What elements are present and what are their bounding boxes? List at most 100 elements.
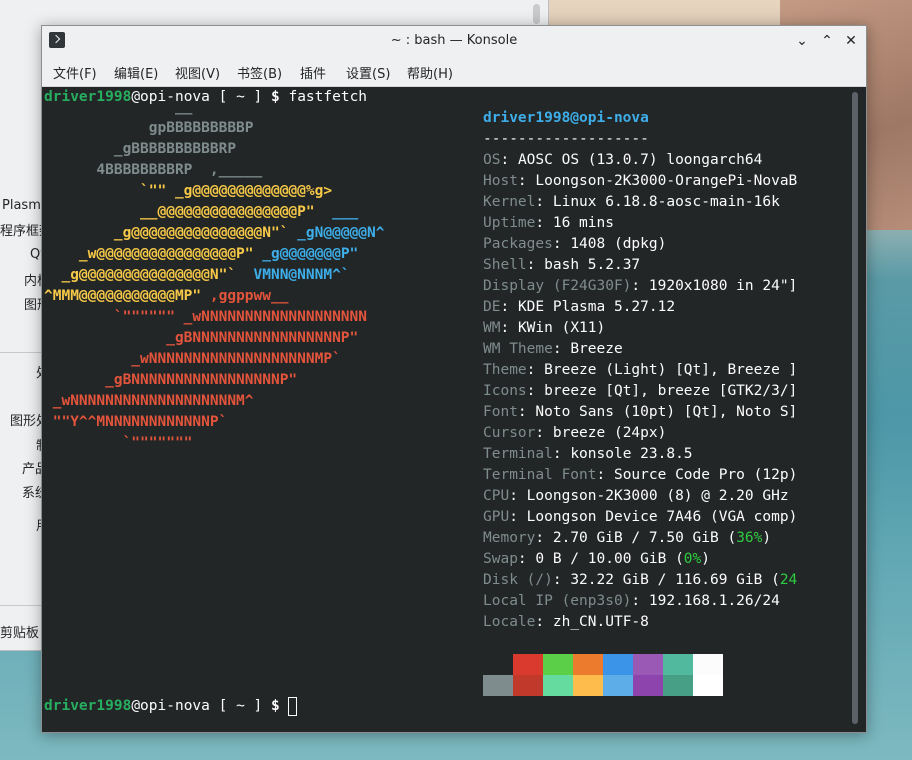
info-row: Terminal: konsole 23.8.5 <box>483 446 693 462</box>
info-value: 16 mins <box>552 215 614 231</box>
menu-edit[interactable]: 编辑(E) <box>114 63 158 82</box>
minimize-button[interactable]: ⌄ <box>794 33 810 49</box>
maximize-button[interactable]: ⌃ <box>819 33 835 49</box>
info-row: Kernel: Linux 6.18.8-aosc-main-16k <box>483 194 780 210</box>
info-value: 32.22 GiB / 116.69 GiB ( <box>570 572 780 588</box>
info-key: WM Theme <box>483 341 553 357</box>
menu-plugins[interactable]: 插件 <box>300 63 326 82</box>
info-row: DE: KDE Plasma 5.27.12 <box>483 299 676 315</box>
info-value: 0 B / 10.00 GiB ( <box>535 551 684 567</box>
menu-settings[interactable]: 设置(S) <box>346 63 390 82</box>
palette-swatch <box>693 654 723 675</box>
logo-line: _wNNNNNNNNNNNNNNNNNNNM^ <box>44 393 254 409</box>
logo-line: __ <box>44 99 193 115</box>
info-key: Font <box>483 404 518 420</box>
logo-line: `""""""" <box>44 435 193 451</box>
konsole-window[interactable]: ~ : bash — Konsole ⌄ ⌃ ✕ 文件(F) 编辑(E) 视图(… <box>41 25 867 733</box>
info-key: Locale <box>483 614 536 630</box>
menu-help[interactable]: 帮助(H) <box>407 63 453 82</box>
menu-file[interactable]: 文件(F) <box>53 63 97 82</box>
info-value: Breeze (Light) [Qt], Breeze ] <box>544 362 798 378</box>
logo-line: ^MMM@@@@@@@@@@@MP" ,ggppww__ <box>44 288 289 304</box>
info-separator: ------------------- <box>483 131 649 147</box>
info-value: KDE Plasma 5.27.12 <box>517 299 676 315</box>
info-value: 1920x1080 in 24"] <box>648 278 798 294</box>
info-value: 1408 (dpkg) <box>570 236 667 252</box>
logo-line: _g@@@@@@@@@@@@@@@N"` _gN@@@@@N^ <box>44 225 385 241</box>
info-row: WM: KWin (X11) <box>483 320 606 336</box>
palette-swatch <box>633 675 663 696</box>
palette-swatch <box>663 675 693 696</box>
logo-blue-part: _g@@@@@@@P" <box>262 246 359 262</box>
info-key: Terminal Font <box>483 467 597 483</box>
terminal-scrollbar[interactable] <box>852 92 858 724</box>
terminal-area[interactable]: driver1998@opi-nova [ ~ ] $ fastfetch __… <box>42 87 852 732</box>
text-cursor <box>288 696 298 716</box>
info-row: CPU: Loongson-2K3000 (8) @ 2.20 GHz <box>483 488 789 504</box>
info-row: Local IP (enp3s0): 192.168.1.26/24 <box>483 593 780 609</box>
info-row: Disk (/): 32.22 GiB / 116.69 GiB (24 <box>483 572 798 588</box>
info-value: 192.168.1.26/24 <box>648 593 780 609</box>
info-value: KWin (X11) <box>517 320 606 336</box>
info-percent: 36% <box>736 530 763 546</box>
menu-bookmarks[interactable]: 书签(B) <box>237 63 282 82</box>
terminal-scrollbar-thumb[interactable] <box>852 92 858 724</box>
info-key: OS <box>483 152 501 168</box>
window-titlebar[interactable]: ~ : bash — Konsole ⌄ ⌃ ✕ <box>42 26 866 56</box>
info-value: Breeze <box>570 341 623 357</box>
info-percent: 0% <box>683 551 702 567</box>
close-button[interactable]: ✕ <box>843 33 859 49</box>
info-key: Packages <box>483 236 553 252</box>
palette-swatch <box>513 675 543 696</box>
logo-line: _gBBBBBBBBBBRP <box>44 141 237 157</box>
info-value: bash 5.2.37 <box>544 257 641 273</box>
prompt-user-2: driver1998 <box>44 698 132 714</box>
logo-line: `"" _g@@@@@@@@@@@@@%g> <box>44 183 333 199</box>
info-key: WM <box>483 320 501 336</box>
info-value: Source Code Pro (12p) <box>613 467 798 483</box>
info-key: Terminal <box>483 446 553 462</box>
palette-swatch <box>483 675 513 696</box>
info-row: GPU: Loongson Device 7A46 (VGA comp) <box>483 509 798 525</box>
logo-line: _g@@@@@@@@@@@@@@@N"` VMNN@NNNM^` <box>44 267 350 283</box>
logo-red-part: ,ggppww__ <box>209 288 289 304</box>
info-key: Memory <box>483 530 536 546</box>
info-key: Swap <box>483 551 518 567</box>
logo-line: _gBNNNNNNNNNNNNNNNNNP" <box>44 330 359 346</box>
info-row: Display (F24G30F): 1920x1080 in 24"] <box>483 278 798 294</box>
palette-swatch <box>663 654 693 675</box>
menu-view[interactable]: 视图(V) <box>175 63 220 82</box>
menu-bar: 文件(F) 编辑(E) 视图(V) 书签(B) 插件 设置(S) 帮助(H) <box>42 56 866 87</box>
info-row: Memory: 2.70 GiB / 7.50 GiB (36%) <box>483 530 772 546</box>
info-key: DE <box>483 299 501 315</box>
prompt-symbol-2: $ <box>271 698 280 714</box>
prompt-symbol: $ <box>271 89 280 105</box>
prompt-path: [ ~ ] <box>209 89 271 105</box>
palette-swatch <box>603 654 633 675</box>
info-row: Swap: 0 B / 10.00 GiB (0%) <box>483 551 710 567</box>
info-header: driver1998@opi-nova <box>483 110 649 126</box>
info-key: Disk (/) <box>483 572 553 588</box>
info-value: Linux 6.18.8-aosc-main-16k <box>552 194 780 210</box>
info-key: CPU <box>483 488 510 504</box>
info-value: AOSC OS (13.0.7) loongarch64 <box>517 152 763 168</box>
info-row: Font: Noto Sans (10pt) [Qt], Noto S] <box>483 404 798 420</box>
prompt-host-2: @opi-nova <box>131 698 210 714</box>
bg-clipboard-button[interactable]: 剪贴板 <box>0 622 39 641</box>
palette-swatch <box>573 675 603 696</box>
info-key: Shell <box>483 257 527 273</box>
info-row: Shell: bash 5.2.37 <box>483 257 641 273</box>
info-key: GPU <box>483 509 510 525</box>
logo-blue-part: VMNN@NNNM^` <box>253 267 350 283</box>
info-key: Theme <box>483 362 527 378</box>
info-row: Locale: zh_CN.UTF-8 <box>483 614 649 630</box>
window-title: ~ : bash — Konsole <box>390 33 518 48</box>
info-row: OS: AOSC OS (13.0.7) loongarch64 <box>483 152 763 168</box>
palette-swatch <box>543 675 573 696</box>
background-scrollbar[interactable] <box>533 4 540 24</box>
info-row: Terminal Font: Source Code Pro (12p) <box>483 467 798 483</box>
palette-swatch <box>693 675 723 696</box>
info-value: Loongson-2K3000 (8) @ 2.20 GHz <box>526 488 789 504</box>
info-value: Loongson Device 7A46 (VGA comp) <box>526 509 798 525</box>
info-row: WM Theme: Breeze <box>483 341 623 357</box>
